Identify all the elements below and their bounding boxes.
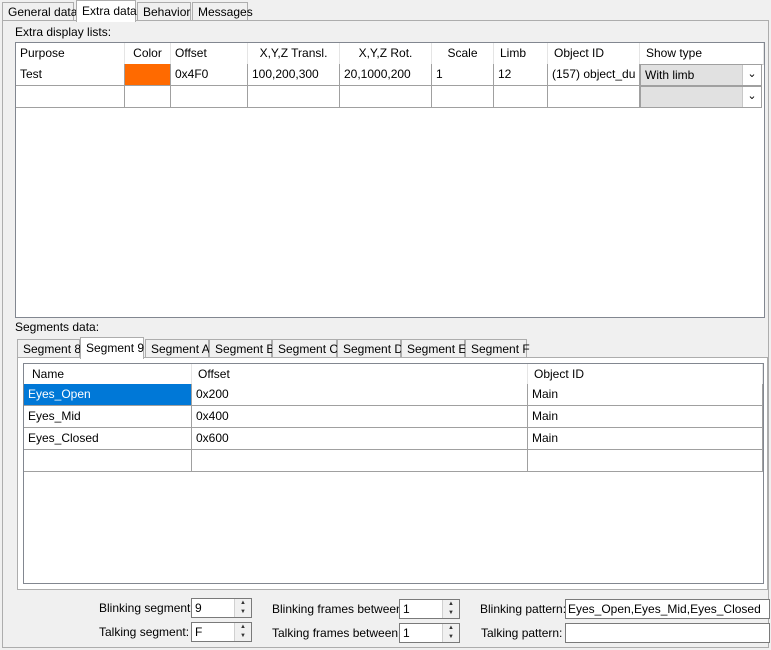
seg-new-row-offset[interactable] <box>192 450 528 472</box>
col-offset[interactable]: Offset <box>171 43 248 65</box>
col-seg-offset[interactable]: Offset <box>192 364 528 386</box>
blinking-frames-spinner[interactable]: 1 ▲ ▼ <box>399 599 460 619</box>
spin-down-icon[interactable]: ▼ <box>443 633 459 642</box>
spin-up-icon[interactable]: ▲ <box>443 624 459 633</box>
new-row-color[interactable] <box>125 86 171 108</box>
chevron-down-icon[interactable]: ⌄ <box>742 87 761 107</box>
tab-behavior[interactable]: Behavior <box>137 2 191 20</box>
seg-row-2-object-id[interactable]: Main <box>528 406 763 428</box>
spin-down-icon[interactable]: ▼ <box>235 632 251 641</box>
cell-rot[interactable]: 20,1000,200 <box>340 64 432 86</box>
blinking-segment-spinner[interactable]: 9 ▲ ▼ <box>191 598 252 618</box>
col-show-type[interactable]: Show type <box>640 43 764 65</box>
talking-segment-label: Talking segment: <box>99 625 190 639</box>
spin-up-icon[interactable]: ▲ <box>235 623 251 632</box>
seg-new-row-object-id[interactable] <box>528 450 763 472</box>
new-row-purpose[interactable] <box>16 86 125 108</box>
tab-segment-9[interactable]: Segment 9 <box>80 337 144 359</box>
seg-row-1-name[interactable]: Eyes_Open <box>24 384 192 406</box>
talking-pattern-input[interactable] <box>565 623 770 643</box>
new-row-transl[interactable] <box>248 86 340 108</box>
blinking-segment-label: Blinking segment: <box>99 601 194 615</box>
cell-offset[interactable]: 0x4F0 <box>171 64 248 86</box>
blinking-frames-value: 1 <box>403 602 410 616</box>
tab-messages[interactable]: Messages <box>192 2 253 20</box>
show-type-value: With limb <box>645 68 695 82</box>
tab-segment-8[interactable]: Segment 8 <box>17 339 81 357</box>
show-type-combo[interactable]: With limb ⌄ <box>640 64 762 86</box>
seg-row-2-name[interactable]: Eyes_Mid <box>24 406 192 428</box>
tab-extra-data[interactable]: Extra data <box>76 0 137 22</box>
col-rot[interactable]: X,Y,Z Rot. <box>340 43 432 65</box>
talking-segment-value: F <box>195 625 203 639</box>
col-color[interactable]: Color <box>125 43 171 65</box>
seg-row-3-offset[interactable]: 0x600 <box>192 428 528 450</box>
col-limb[interactable]: Limb <box>494 43 548 65</box>
spin-up-icon[interactable]: ▲ <box>235 599 251 608</box>
chevron-down-icon[interactable]: ⌄ <box>742 65 761 85</box>
new-row-object-id[interactable] <box>548 86 640 108</box>
tab-segment-d[interactable]: Segment D <box>337 339 403 357</box>
col-scale[interactable]: Scale <box>432 43 494 65</box>
new-row-rot[interactable] <box>340 86 432 108</box>
cell-transl[interactable]: 100,200,300 <box>248 64 340 86</box>
col-transl[interactable]: X,Y,Z Transl. <box>248 43 340 65</box>
col-purpose[interactable]: Purpose <box>16 43 125 65</box>
seg-row-1-object-id[interactable]: Main <box>528 384 763 406</box>
spin-down-icon[interactable]: ▼ <box>443 609 459 618</box>
tab-general-data[interactable]: General data <box>2 2 77 20</box>
cell-object-id[interactable]: (157) object_du <box>548 64 640 86</box>
talking-frames-value: 1 <box>403 626 410 640</box>
spin-up-icon[interactable]: ▲ <box>443 600 459 609</box>
blinking-pattern-label: Blinking pattern: <box>480 602 567 616</box>
seg-row-3-object-id[interactable]: Main <box>528 428 763 450</box>
talking-pattern-label: Talking pattern: <box>481 626 563 640</box>
cell-scale[interactable]: 1 <box>432 64 494 86</box>
talking-frames-spinner[interactable]: 1 ▲ ▼ <box>399 623 460 643</box>
extra-display-lists-label: Extra display lists: <box>15 25 112 39</box>
col-seg-object-id[interactable]: Object ID <box>528 364 763 386</box>
tab-segment-e[interactable]: Segment E <box>401 339 466 357</box>
segment-tab-strip: Segment 8 Segment 9 Segment A Segment B … <box>17 337 767 359</box>
tab-segment-a[interactable]: Segment A <box>145 339 210 357</box>
cell-limb[interactable]: 12 <box>494 64 548 86</box>
new-row-show-type-combo[interactable]: ⌄ <box>640 86 762 108</box>
tab-segment-f[interactable]: Segment F <box>465 339 530 357</box>
seg-row-3-name[interactable]: Eyes_Closed <box>24 428 192 450</box>
segments-data-label: Segments data: <box>15 320 100 334</box>
new-row-limb[interactable] <box>494 86 548 108</box>
blinking-frames-label: Blinking frames between: <box>272 602 407 616</box>
talking-segment-spinner[interactable]: F ▲ ▼ <box>191 622 252 642</box>
spin-down-icon[interactable]: ▼ <box>235 608 251 617</box>
cell-purpose[interactable]: Test <box>16 64 125 86</box>
blinking-segment-value: 9 <box>195 601 202 615</box>
tab-segment-b[interactable]: Segment B <box>209 339 274 357</box>
cell-color[interactable] <box>125 64 171 86</box>
col-name[interactable]: Name <box>24 364 192 386</box>
new-row-offset[interactable] <box>171 86 248 108</box>
col-object-id[interactable]: Object ID <box>548 43 640 65</box>
tab-segment-c[interactable]: Segment C <box>272 339 338 357</box>
seg-row-1-offset[interactable]: 0x200 <box>192 384 528 406</box>
extra-display-grid[interactable]: Purpose Color Offset X,Y,Z Transl. X,Y,Z… <box>15 42 765 318</box>
seg-new-row-name[interactable] <box>24 450 192 472</box>
color-swatch[interactable] <box>125 64 170 85</box>
talking-frames-label: Talking frames between: <box>272 626 402 640</box>
seg-row-2-offset[interactable]: 0x400 <box>192 406 528 428</box>
segment-grid[interactable]: Name Offset Object ID Eyes_Open 0x200 Ma… <box>23 363 764 584</box>
blinking-pattern-input[interactable]: Eyes_Open,Eyes_Mid,Eyes_Closed <box>565 599 770 619</box>
new-row-scale[interactable] <box>432 86 494 108</box>
